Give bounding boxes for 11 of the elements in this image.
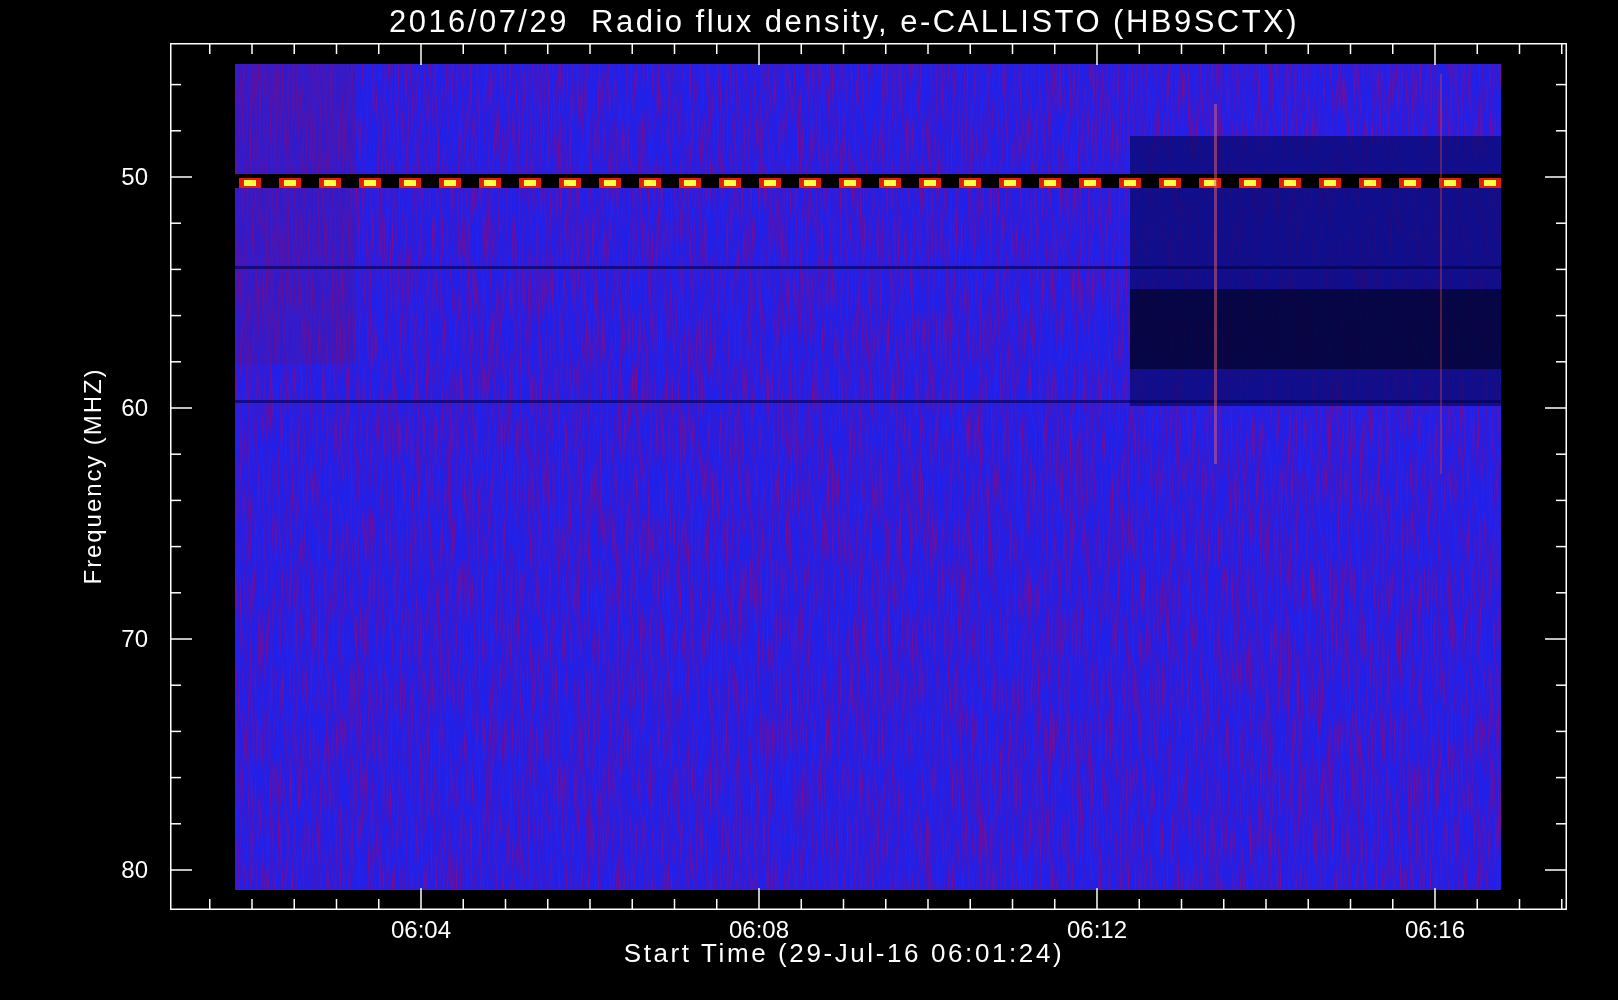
chart-title: 2016/07/29 Radio flux density, e-CALLISTO (HB9SCTX) xyxy=(388,6,1300,37)
y-tick-label: 50 xyxy=(121,165,148,189)
x-tick-label: 06:12 xyxy=(1066,918,1128,942)
y-tick-label: 70 xyxy=(121,627,148,651)
y-tick-label: 60 xyxy=(121,396,148,420)
y-tick-label: 80 xyxy=(121,858,148,882)
x-tick-label: 06:04 xyxy=(390,918,452,942)
x-axis-label: Start Time (29-Jul-16 06:01:24) xyxy=(623,940,1065,966)
x-tick-label: 06:08 xyxy=(728,918,790,942)
y-axis-label: Frequency (MHZ) xyxy=(81,367,105,585)
x-tick-label: 06:16 xyxy=(1404,918,1466,942)
